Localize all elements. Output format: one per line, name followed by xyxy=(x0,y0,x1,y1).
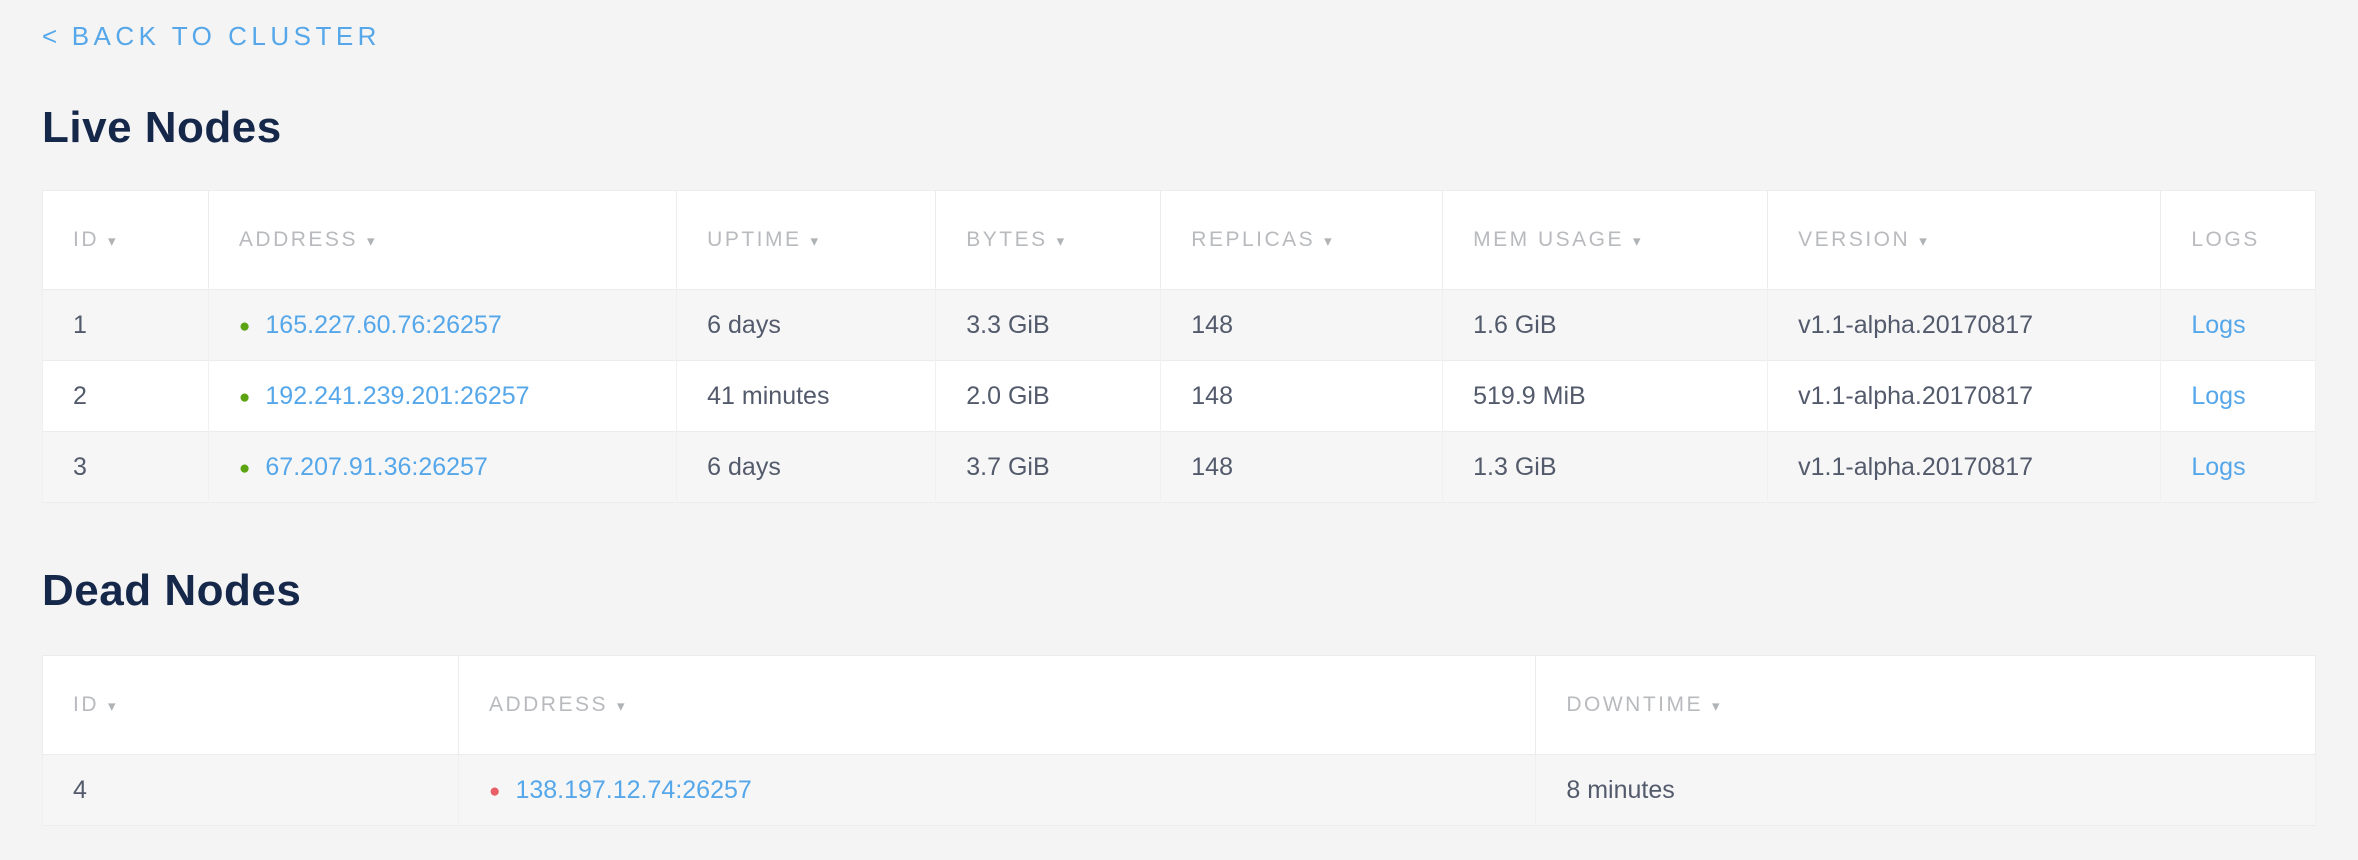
sort-arrow-icon: ▾ xyxy=(1057,233,1065,250)
node-address-link[interactable]: 165.227.60.76:26257 xyxy=(265,311,501,339)
cell-uptime: 6 days xyxy=(677,432,936,503)
cell-id: 3 xyxy=(43,432,209,503)
live-status-icon: ● xyxy=(239,388,250,407)
column-header-bytes[interactable]: BYTES ▾ xyxy=(936,191,1161,290)
column-header-address[interactable]: ADDRESS ▾ xyxy=(208,191,676,290)
cell-mem-usage: 519.9 MiB xyxy=(1443,361,1768,432)
column-header-label: LOGS xyxy=(2191,228,2259,251)
column-header-label: REPLICAS xyxy=(1191,228,1315,251)
node-address-link[interactable]: 138.197.12.74:26257 xyxy=(515,776,751,804)
column-header-downtime[interactable]: DOWNTIME ▾ xyxy=(1536,656,2316,755)
cell-logs: Logs xyxy=(2161,361,2316,432)
column-header-address[interactable]: ADDRESS ▾ xyxy=(458,656,1535,755)
logs-link[interactable]: Logs xyxy=(2191,453,2245,481)
cell-replicas: 148 xyxy=(1161,432,1443,503)
back-chevron-icon: < xyxy=(42,21,62,51)
cell-downtime: 8 minutes xyxy=(1536,755,2316,826)
back-link-label: BACK TO CLUSTER xyxy=(72,21,381,51)
cell-version: v1.1-alpha.20170817 xyxy=(1768,361,2161,432)
back-to-cluster-link[interactable]: < BACK TO CLUSTER xyxy=(42,20,381,52)
column-header-id[interactable]: ID ▾ xyxy=(43,656,459,755)
column-header-label: BYTES xyxy=(966,228,1047,251)
live-nodes-title: Live Nodes xyxy=(42,102,2316,154)
dead-status-icon: ● xyxy=(489,782,500,801)
column-header-label: VERSION xyxy=(1798,228,1910,251)
cell-id: 1 xyxy=(43,290,209,361)
column-header-label: DOWNTIME xyxy=(1566,693,1703,716)
column-header-label: UPTIME xyxy=(707,228,801,251)
cell-bytes: 3.3 GiB xyxy=(936,290,1161,361)
sort-arrow-icon: ▾ xyxy=(108,233,116,250)
cell-version: v1.1-alpha.20170817 xyxy=(1768,290,2161,361)
node-address-link[interactable]: 192.241.239.201:26257 xyxy=(265,382,529,410)
sort-arrow-icon: ▾ xyxy=(617,698,625,715)
dead-table-header-row: ID ▾ ADDRESS ▾ DOWNTIME ▾ xyxy=(43,656,2316,755)
cell-uptime: 41 minutes xyxy=(677,361,936,432)
live-status-icon: ● xyxy=(239,459,250,478)
sort-arrow-icon: ▾ xyxy=(1919,233,1927,250)
cell-address: ● 192.241.239.201:26257 xyxy=(208,361,676,432)
cell-logs: Logs xyxy=(2161,432,2316,503)
cell-address: ● 165.227.60.76:26257 xyxy=(208,290,676,361)
cell-bytes: 3.7 GiB xyxy=(936,432,1161,503)
sort-arrow-icon: ▾ xyxy=(367,233,375,250)
cell-address: ● 67.207.91.36:26257 xyxy=(208,432,676,503)
column-header-replicas[interactable]: REPLICAS ▾ xyxy=(1161,191,1443,290)
page-container: < BACK TO CLUSTER Live Nodes ID ▾ ADDRESS ▾… xyxy=(0,0,2358,826)
dead-nodes-title: Dead Nodes xyxy=(42,565,2316,617)
cell-mem-usage: 1.6 GiB xyxy=(1443,290,1768,361)
logs-link[interactable]: Logs xyxy=(2191,382,2245,410)
cell-uptime: 6 days xyxy=(677,290,936,361)
column-header-label: ID xyxy=(73,693,99,716)
table-row: 4 ● 138.197.12.74:26257 8 minutes xyxy=(43,755,2316,826)
cell-mem-usage: 1.3 GiB xyxy=(1443,432,1768,503)
live-table-header-row: ID ▾ ADDRESS ▾ UPTIME ▾ BYTES ▾ REPLICAS ▾ ME… xyxy=(43,191,2316,290)
cell-replicas: 148 xyxy=(1161,290,1443,361)
column-header-id[interactable]: ID ▾ xyxy=(43,191,209,290)
sort-arrow-icon: ▾ xyxy=(1712,698,1720,715)
cell-version: v1.1-alpha.20170817 xyxy=(1768,432,2161,503)
column-header-label: ADDRESS xyxy=(489,693,608,716)
sort-arrow-icon: ▾ xyxy=(1324,233,1332,250)
table-row: 2 ● 192.241.239.201:26257 41 minutes 2.0 … xyxy=(43,361,2316,432)
cell-id: 4 xyxy=(43,755,459,826)
column-header-logs: LOGS xyxy=(2161,191,2316,290)
dead-nodes-table: ID ▾ ADDRESS ▾ DOWNTIME ▾ 4 ● 138.197.12.74:… xyxy=(42,655,2316,826)
cell-id: 2 xyxy=(43,361,209,432)
sort-arrow-icon: ▾ xyxy=(1633,233,1641,250)
sort-arrow-icon: ▾ xyxy=(811,233,819,250)
column-header-label: ADDRESS xyxy=(239,228,358,251)
cell-bytes: 2.0 GiB xyxy=(936,361,1161,432)
node-address-link[interactable]: 67.207.91.36:26257 xyxy=(265,453,487,481)
cell-replicas: 148 xyxy=(1161,361,1443,432)
column-header-mem-usage[interactable]: MEM USAGE ▾ xyxy=(1443,191,1768,290)
sort-arrow-icon: ▾ xyxy=(108,698,116,715)
cell-logs: Logs xyxy=(2161,290,2316,361)
table-row: 1 ● 165.227.60.76:26257 6 days 3.3 GiB 14… xyxy=(43,290,2316,361)
cell-address: ● 138.197.12.74:26257 xyxy=(458,755,1535,826)
column-header-version[interactable]: VERSION ▾ xyxy=(1768,191,2161,290)
column-header-label: ID xyxy=(73,228,99,251)
column-header-uptime[interactable]: UPTIME ▾ xyxy=(677,191,936,290)
table-row: 3 ● 67.207.91.36:26257 6 days 3.7 GiB 148… xyxy=(43,432,2316,503)
live-nodes-table: ID ▾ ADDRESS ▾ UPTIME ▾ BYTES ▾ REPLICAS ▾ ME… xyxy=(42,190,2316,503)
logs-link[interactable]: Logs xyxy=(2191,311,2245,339)
column-header-label: MEM USAGE xyxy=(1473,228,1624,251)
live-status-icon: ● xyxy=(239,317,250,336)
